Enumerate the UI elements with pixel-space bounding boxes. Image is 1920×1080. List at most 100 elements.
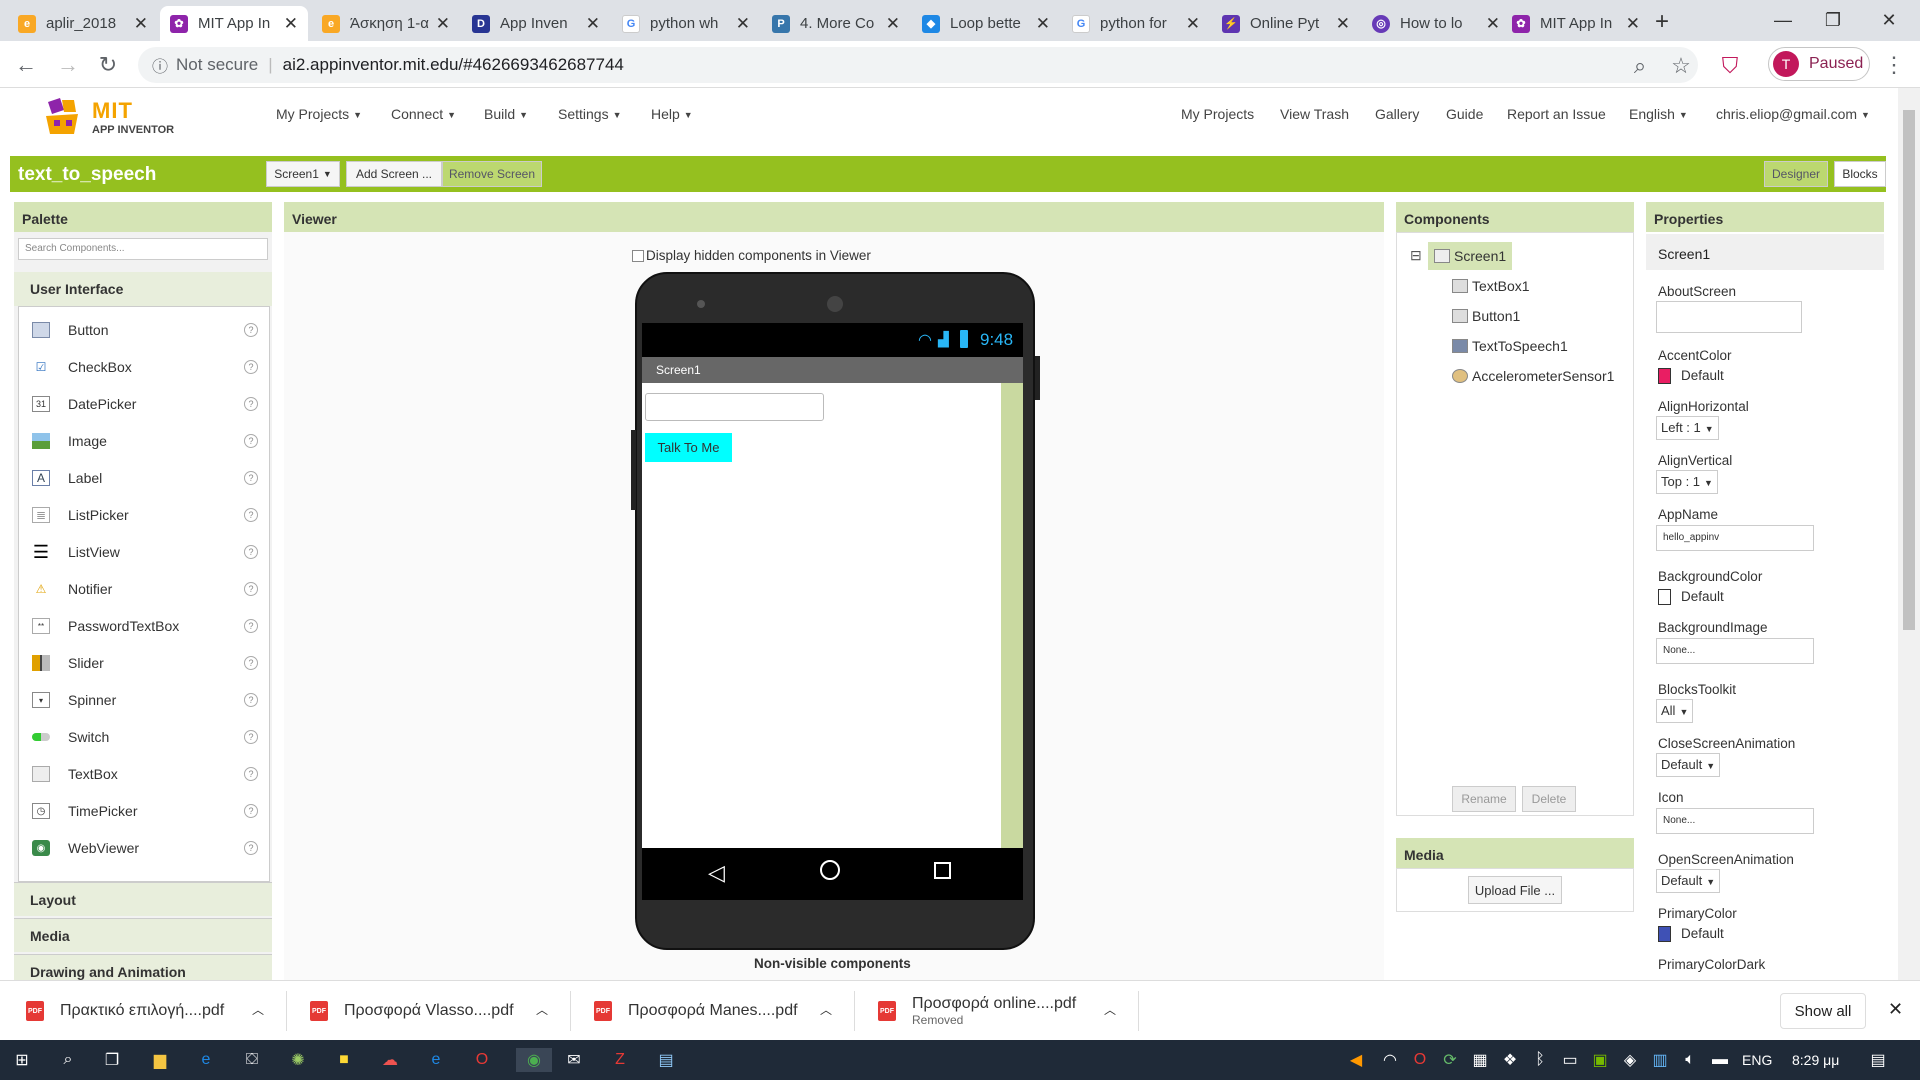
palette-item-switch[interactable]: Switch? xyxy=(20,722,270,752)
help-icon[interactable]: ? xyxy=(244,397,258,411)
hidden-components-toggle[interactable]: Display hidden components in Viewer xyxy=(632,248,871,263)
close-icon[interactable]: ✕ xyxy=(284,14,298,34)
tree-screen1[interactable]: Screen1 xyxy=(1428,242,1513,270)
chevron-up-icon[interactable]: ︿ xyxy=(820,1001,832,1018)
scrollbar-thumb[interactable] xyxy=(1903,110,1915,630)
volume-icon[interactable]: 🔈︎ xyxy=(1678,1048,1702,1072)
help-icon[interactable]: ? xyxy=(244,508,258,522)
nav-recents-icon[interactable] xyxy=(934,862,951,879)
windows-start-icon[interactable]: ⊞ xyxy=(10,1048,34,1072)
appname-input[interactable]: hello_appinv xyxy=(1656,525,1814,551)
help-icon[interactable]: ? xyxy=(244,471,258,485)
palette-item-button[interactable]: Button? xyxy=(20,315,270,345)
category-drawing-animation[interactable]: Drawing and Animation xyxy=(14,954,272,980)
opera-tray-icon[interactable]: O xyxy=(1408,1048,1432,1072)
bookmark-star-icon[interactable]: ☆ xyxy=(1667,52,1695,80)
browser-tab[interactable]: Gpython wh ✕ xyxy=(612,6,760,41)
notifications-icon[interactable]: ▤ xyxy=(1866,1048,1890,1072)
link-gallery[interactable]: Gallery xyxy=(1375,106,1419,122)
download-item[interactable]: PDF Προσφορά Manes....pdf ︿ xyxy=(594,981,844,1041)
page-scrollbar[interactable] xyxy=(1898,88,1920,980)
collapse-icon[interactable]: ⊟ xyxy=(1410,247,1422,264)
sticky-notes-icon[interactable]: ■ xyxy=(332,1048,356,1072)
category-user-interface[interactable]: User Interface xyxy=(14,272,272,306)
nav-back-icon[interactable]: ◁ xyxy=(708,860,725,886)
category-media[interactable]: Media xyxy=(14,918,272,952)
help-icon[interactable]: ? xyxy=(244,804,258,818)
palette-item-webviewer[interactable]: ◉ WebViewer? xyxy=(20,833,270,863)
close-shelf-icon[interactable]: ✕ xyxy=(1888,999,1903,1020)
palette-item-timepicker[interactable]: ◷ TimePicker? xyxy=(20,796,270,826)
tray-icon[interactable]: ◈ xyxy=(1618,1048,1642,1072)
account-menu[interactable]: chris.eliop@gmail.com ▼ xyxy=(1716,106,1870,122)
dropbox-icon[interactable]: ❖ xyxy=(1498,1048,1522,1072)
primary-color-value[interactable]: Default xyxy=(1681,926,1724,941)
wifi-tray-icon[interactable]: ◠ xyxy=(1378,1048,1402,1072)
back-icon[interactable]: ← xyxy=(12,51,40,79)
chevron-up-icon[interactable]: ︿ xyxy=(536,1001,548,1018)
menu-build[interactable]: Build ▼ xyxy=(484,106,528,122)
zoom-icon[interactable]: ⌕ xyxy=(1626,52,1654,80)
browser-tab[interactable]: D App Inven ✕ xyxy=(462,6,610,41)
edge-icon[interactable]: e xyxy=(194,1048,218,1072)
pocket-icon[interactable]: ⛉ xyxy=(1716,52,1744,80)
kebab-menu-icon[interactable]: ⋮ xyxy=(1880,51,1908,79)
chrome-icon[interactable]: ◉ xyxy=(516,1048,552,1072)
palette-item-checkbox[interactable]: ☑ CheckBox? xyxy=(20,352,270,382)
task-view-icon[interactable]: ❐ xyxy=(100,1048,124,1072)
browser-tab[interactable]: e aplir_2018 ✕ xyxy=(8,6,158,41)
palette-item-listview[interactable]: ☰ ListView? xyxy=(20,537,270,567)
link-my-projects[interactable]: My Projects xyxy=(1181,106,1254,122)
close-icon[interactable]: ✕ xyxy=(134,14,148,34)
nav-home-icon[interactable] xyxy=(820,860,840,880)
chevron-up-icon[interactable]: ︿ xyxy=(1104,1001,1116,1018)
ie-icon[interactable]: e xyxy=(424,1048,448,1072)
blockstoolkit-dropdown[interactable]: All ▼ xyxy=(1656,699,1694,723)
textbox1-preview[interactable] xyxy=(645,393,824,421)
designer-button[interactable]: Designer xyxy=(1764,161,1828,187)
help-icon[interactable]: ? xyxy=(244,730,258,744)
help-icon[interactable]: ? xyxy=(244,767,258,781)
close-icon[interactable]: ✕ xyxy=(1036,14,1050,34)
file-explorer-icon[interactable]: ▆ xyxy=(148,1048,172,1072)
browser-tab[interactable]: ✿ MIT App In ✕ xyxy=(1502,6,1650,41)
nvidia-icon[interactable]: ▣ xyxy=(1588,1048,1612,1072)
browser-tab[interactable]: ◎ How to lo ✕ xyxy=(1362,6,1510,41)
help-icon[interactable]: ? xyxy=(244,360,258,374)
background-color-value[interactable]: Default xyxy=(1681,589,1724,604)
palette-item-notifier[interactable]: ⚠ Notifier? xyxy=(20,574,270,604)
aboutscreen-textarea[interactable] xyxy=(1656,301,1802,333)
menu-help[interactable]: Help ▼ xyxy=(651,106,693,122)
mit-logo[interactable]: MIT APP INVENTOR xyxy=(40,94,180,140)
chevron-up-icon[interactable]: ︿ xyxy=(252,1001,264,1018)
opera-icon[interactable]: O xyxy=(470,1048,494,1072)
tray-icon[interactable]: ◀ xyxy=(1344,1048,1368,1072)
download-item[interactable]: PDF Πρακτικό επιλογή....pdf ︿ xyxy=(26,981,276,1041)
menu-settings[interactable]: Settings ▼ xyxy=(558,106,622,122)
filezilla-icon[interactable]: Z xyxy=(608,1048,632,1072)
tree-accelerometer1[interactable]: AccelerometerSensor1 xyxy=(1452,368,1614,384)
notepad-icon[interactable]: ▤ xyxy=(654,1048,678,1072)
accent-color-swatch[interactable] xyxy=(1658,368,1671,384)
menu-my-projects[interactable]: My Projects ▼ xyxy=(276,106,362,122)
closescreenanimation-dropdown[interactable]: Default ▼ xyxy=(1656,753,1721,777)
close-icon[interactable]: ✕ xyxy=(1336,14,1350,34)
reload-icon[interactable]: ↻ xyxy=(94,51,122,79)
close-icon[interactable]: ✕ xyxy=(736,14,750,34)
network-icon[interactable]: ▥ xyxy=(1648,1048,1672,1072)
close-icon[interactable]: ✕ xyxy=(436,14,450,34)
palette-item-datepicker[interactable]: 31 DatePicker? xyxy=(20,389,270,419)
browser-tab[interactable]: Gpython for ✕ xyxy=(1062,6,1210,41)
minimize-icon[interactable]: — xyxy=(1760,0,1806,40)
palette-item-slider[interactable]: Slider? xyxy=(20,648,270,678)
download-item[interactable]: PDF Προσφορά Vlasso....pdf ︿ xyxy=(310,981,560,1041)
bluetooth-icon[interactable]: ᛒ xyxy=(1528,1048,1552,1072)
palette-item-textbox[interactable]: TextBox? xyxy=(20,759,270,789)
help-icon[interactable]: ? xyxy=(244,582,258,596)
add-screen-button[interactable]: Add Screen ... xyxy=(346,161,442,187)
address-bar[interactable]: ⓘ Not secure | ai2.appinventor.mit.edu/#… xyxy=(138,47,1698,83)
show-all-button[interactable]: Show all xyxy=(1780,993,1866,1029)
tree-texttospeech1[interactable]: TextToSpeech1 xyxy=(1452,338,1568,354)
browser-tab[interactable]: P 4. More Co ✕ xyxy=(762,6,910,41)
help-icon[interactable]: ? xyxy=(244,434,258,448)
